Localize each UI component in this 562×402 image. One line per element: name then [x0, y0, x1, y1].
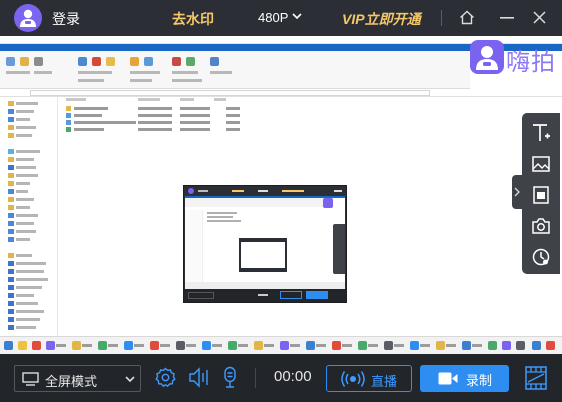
camera-tool-button[interactable] [522, 210, 560, 242]
portrait-tool-button[interactable] [522, 179, 560, 211]
record-label: 录制 [466, 373, 493, 388]
minimize-icon[interactable] [500, 17, 514, 20]
text-icon [533, 124, 550, 141]
capture-mode-select[interactable]: 全屏模式 [14, 365, 141, 392]
broadcast-icon [341, 371, 365, 387]
screen-preview [0, 36, 562, 354]
monitor-icon [22, 372, 39, 386]
control-bar: 全屏模式 00:00 直播 录制 [0, 354, 562, 402]
file-row [66, 113, 276, 118]
microphone-icon[interactable] [222, 366, 238, 389]
video-camera-icon [438, 372, 458, 385]
gear-icon[interactable] [155, 367, 176, 388]
tool-panel [522, 113, 560, 274]
divider [441, 10, 442, 26]
camera-icon [532, 218, 550, 234]
speaker-icon[interactable] [188, 367, 210, 388]
live-stream-button[interactable]: 直播 [326, 365, 412, 392]
text-tool-button[interactable] [522, 117, 560, 149]
user-icon [20, 9, 36, 27]
live-stream-label: 直播 [371, 374, 398, 389]
panel-collapse-handle[interactable] [512, 175, 522, 209]
divider [255, 368, 256, 388]
recording-timer: 00:00 [274, 368, 312, 385]
record-button[interactable]: 录制 [420, 365, 509, 392]
film-icon[interactable] [524, 365, 548, 391]
explorer-address-bar [0, 89, 562, 97]
resolution-select[interactable]: 480P [258, 10, 288, 25]
image-tool-button[interactable] [522, 148, 560, 180]
timer-icon [532, 248, 550, 266]
brand-logo [470, 40, 504, 74]
remove-watermark-button[interactable]: 去水印 [172, 9, 214, 29]
file-row [66, 106, 276, 111]
capture-mode-label: 全屏模式 [45, 374, 98, 389]
chevron-down-icon [125, 376, 135, 383]
chevron-right-icon [514, 187, 520, 197]
chevron-down-icon[interactable] [292, 13, 302, 20]
user-avatar[interactable] [14, 4, 42, 32]
timer-tool-button[interactable] [522, 241, 560, 273]
title-bar: 登录 去水印 480P VIP立即开通 [0, 0, 562, 36]
explorer-nav-pane [0, 97, 58, 343]
login-link[interactable]: 登录 [52, 9, 80, 29]
vip-upgrade-button[interactable]: VIP立即开通 [342, 9, 421, 29]
brand-logo-icon [476, 46, 498, 70]
file-row [66, 120, 276, 125]
image-icon [532, 156, 550, 172]
close-icon[interactable] [533, 11, 546, 24]
explorer-ribbon [0, 51, 470, 89]
home-icon[interactable] [459, 10, 475, 25]
portrait-icon [533, 186, 549, 204]
file-list-header [66, 98, 86, 101]
brand-wordmark: 嗨拍 [506, 49, 556, 76]
nested-recorder-preview [183, 185, 347, 303]
file-row [66, 127, 276, 132]
os-taskbar [0, 336, 562, 354]
